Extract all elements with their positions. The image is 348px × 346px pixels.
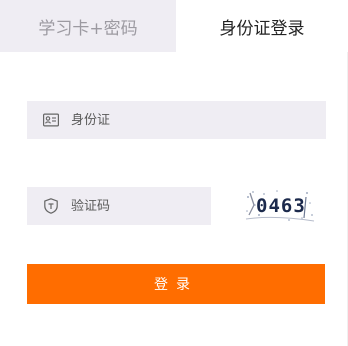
captcha-input[interactable]	[71, 198, 191, 214]
id-number-input[interactable]	[71, 112, 251, 128]
captcha-image[interactable]: 0463	[244, 185, 316, 225]
captcha-code-text: 0463	[256, 195, 306, 217]
login-panel: 学习卡+密码 身份证登录 身份证 验证码 0463 登录	[0, 0, 348, 346]
login-button[interactable]: 登录	[27, 264, 325, 304]
shield-icon	[43, 198, 59, 214]
tab-learning-card[interactable]: 学习卡+密码	[0, 0, 176, 52]
captcha-field[interactable]	[27, 187, 211, 225]
id-number-field[interactable]	[27, 101, 326, 139]
login-tabs: 学习卡+密码 身份证登录	[0, 0, 348, 52]
id-card-icon	[43, 112, 59, 128]
tab-id-card-login[interactable]: 身份证登录	[176, 0, 348, 52]
